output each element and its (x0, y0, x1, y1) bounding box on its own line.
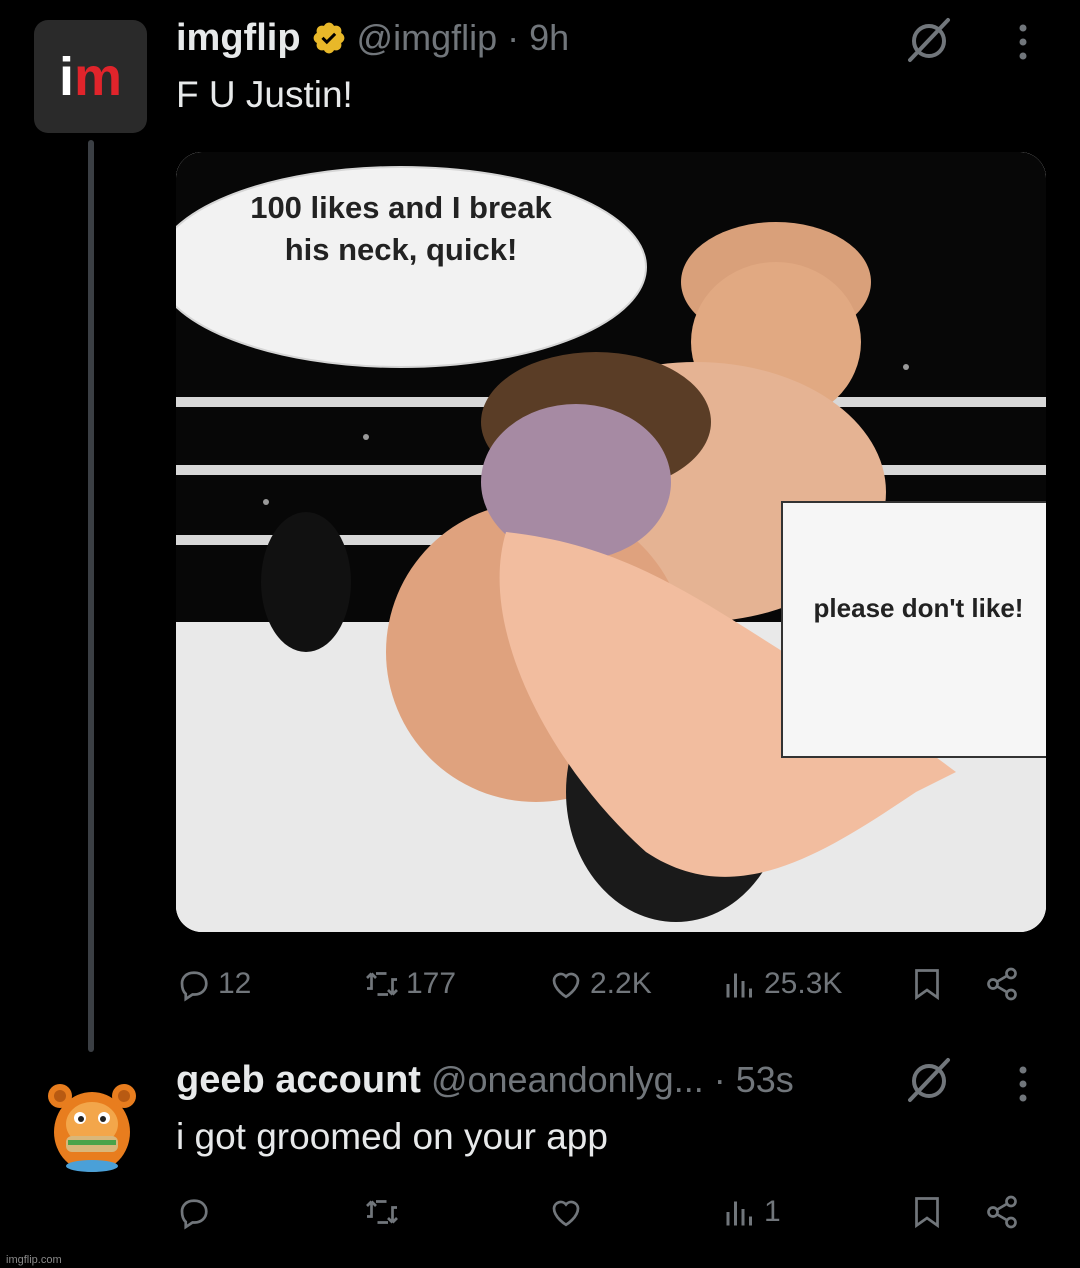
reply-count: 12 (218, 967, 252, 1000)
grok-icon[interactable] (904, 14, 954, 64)
share-button[interactable] (984, 1188, 1020, 1236)
speech-box-right: please don't like! (813, 593, 1024, 623)
author-handle[interactable]: @oneandonlyg... (431, 1059, 704, 1101)
reply-icon (180, 1199, 208, 1230)
share-button[interactable] (984, 960, 1020, 1008)
tweet-imgflip[interactable]: im imgflip @imgflip · 9h F U Justin! 100… (0, 0, 1080, 1052)
bookmark-button[interactable] (909, 960, 945, 1008)
views-button[interactable]: 25.3K (722, 960, 842, 1008)
reply-icon (180, 971, 208, 1002)
tweet-media-image[interactable]: 100 likes and I break his neck, quick! p… (176, 152, 1046, 932)
tweet-header: geeb account @oneandonlyg... · 53s (176, 1058, 794, 1102)
reply-button[interactable] (176, 1188, 218, 1236)
repost-button[interactable]: 177 (364, 960, 456, 1008)
author-name[interactable]: imgflip (176, 17, 301, 60)
tweet-time[interactable]: · 53s (714, 1059, 794, 1101)
bookmark-icon (915, 1197, 939, 1229)
views-button[interactable]: 1 (722, 1188, 781, 1236)
repost-icon (366, 972, 398, 996)
tweet-time[interactable]: · 9h (507, 17, 569, 59)
author-handle[interactable]: @imgflip (357, 17, 498, 59)
views-icon (726, 1201, 752, 1226)
reply-button[interactable]: 12 (176, 960, 251, 1008)
views-icon (726, 973, 752, 998)
like-button[interactable]: 2.2K (548, 960, 652, 1008)
share-icon (987, 967, 1017, 1001)
tweet-reply-geeb[interactable]: geeb account @oneandonlyg... · 53s i got… (0, 1040, 1080, 1268)
heart-icon (552, 972, 580, 999)
speech-bubble-left: 100 likes and I break his neck, quick! (250, 190, 552, 267)
avatar-geeb-cartoon-bear[interactable] (40, 1074, 144, 1178)
repost-count: 177 (406, 967, 457, 1000)
author-name[interactable]: geeb account (176, 1059, 421, 1102)
meme-image: 100 likes and I break his neck, quick! p… (176, 152, 1046, 932)
tweet-text: F U Justin! (176, 74, 353, 115)
tweet-actions: 12 177 2.2K 25.3K (176, 960, 1036, 1008)
avatar-letter-m: m (74, 46, 123, 107)
thread-line (88, 140, 94, 1052)
bookmark-button[interactable] (909, 1188, 945, 1236)
avatar-imgflip[interactable]: im (34, 20, 147, 133)
tweet-header: imgflip @imgflip · 9h (176, 16, 569, 60)
more-options-icon[interactable] (1016, 22, 1030, 62)
tweet-text: i got groomed on your app (176, 1116, 608, 1157)
more-options-icon[interactable] (1016, 1064, 1030, 1104)
view-count: 25.3K (764, 967, 843, 1000)
share-icon (987, 1195, 1017, 1229)
avatar-letter-i: i (58, 46, 74, 107)
grok-icon[interactable] (904, 1054, 954, 1104)
watermark: imgflip.com (6, 1254, 62, 1266)
like-button[interactable] (548, 1188, 590, 1236)
repost-button[interactable] (364, 1188, 406, 1236)
view-count: 1 (764, 1195, 781, 1228)
bookmark-icon (915, 969, 939, 1001)
repost-icon (366, 1200, 398, 1224)
tweet-actions: 1 (176, 1188, 1036, 1236)
like-count: 2.2K (590, 967, 652, 1000)
verified-badge-icon (313, 22, 344, 54)
heart-icon (552, 1200, 580, 1227)
